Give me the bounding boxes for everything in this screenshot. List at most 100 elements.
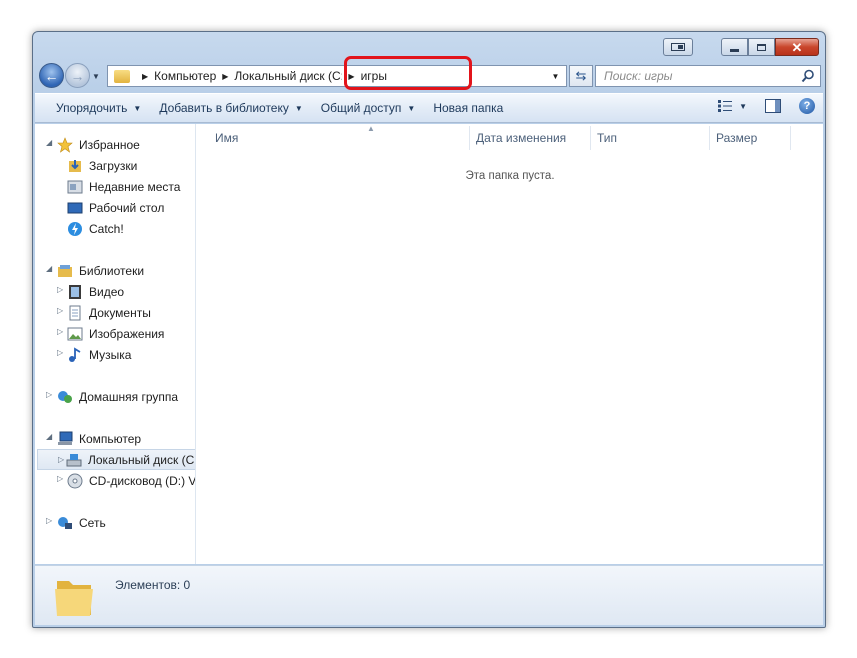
tree-label: Недавние места bbox=[89, 179, 181, 194]
views-dropdown-icon[interactable]: ▼ bbox=[739, 102, 747, 111]
breadcrumb-games[interactable]: игры bbox=[361, 69, 387, 83]
content-area: ◢ Избранное Загрузки Недавние места Рабо… bbox=[35, 124, 823, 564]
tree-label: Видео bbox=[89, 284, 125, 299]
forward-button[interactable]: → bbox=[65, 63, 90, 88]
tree-label: Документы bbox=[89, 305, 151, 320]
expand-arrow-icon[interactable]: ▷ bbox=[57, 348, 63, 357]
help-icon[interactable]: ? bbox=[799, 98, 815, 114]
organize-menu[interactable]: Упорядочить ▼ bbox=[47, 97, 150, 119]
view-controls: ▼ ? bbox=[717, 98, 823, 114]
expand-arrow-icon[interactable]: ▷ bbox=[57, 285, 63, 294]
tree-item-recent-places[interactable]: Недавние места bbox=[67, 176, 180, 197]
column-header-size[interactable]: Размер bbox=[710, 128, 790, 148]
tree-homegroup[interactable]: Домашняя группа bbox=[57, 386, 178, 407]
homegroup-icon bbox=[58, 390, 72, 403]
search-box[interactable] bbox=[595, 65, 821, 87]
refresh-button[interactable]: ⇆ bbox=[569, 65, 593, 87]
minimize-button[interactable] bbox=[721, 38, 748, 56]
expand-arrow-icon[interactable]: ▷ bbox=[57, 306, 63, 315]
recent-places-icon bbox=[67, 180, 83, 193]
tree-item-video[interactable]: Видео bbox=[67, 281, 124, 302]
column-label: Дата изменения bbox=[476, 131, 567, 145]
add-to-library-menu[interactable]: Добавить в библиотеку ▼ bbox=[150, 97, 311, 119]
tree-label: Рабочий стол bbox=[89, 200, 165, 215]
star-icon bbox=[57, 136, 73, 153]
downloads-icon bbox=[69, 159, 81, 172]
address-bar[interactable]: ▶ Компьютер ▶ Локальный диск (C:) ▶ игры… bbox=[107, 65, 567, 87]
minimize-icon bbox=[730, 48, 739, 52]
close-button[interactable]: ✕ bbox=[775, 38, 819, 56]
empty-folder-message: Эта папка пуста. bbox=[465, 170, 555, 182]
tree-item-catch[interactable]: Catch! bbox=[67, 218, 124, 239]
breadcrumb-separator-icon[interactable]: ▶ bbox=[348, 72, 354, 81]
expand-arrow-icon[interactable]: ▷ bbox=[57, 327, 63, 336]
share-menu[interactable]: Общий доступ ▼ bbox=[312, 97, 425, 119]
tree-label: Домашняя группа bbox=[79, 389, 179, 404]
column-header-date-modified[interactable]: Дата изменения bbox=[470, 128, 590, 148]
tree-item-downloads[interactable]: Загрузки bbox=[67, 155, 137, 176]
tree-libraries[interactable]: Библиотеки bbox=[57, 260, 144, 281]
add-to-library-label: Добавить в библиотеку bbox=[159, 101, 289, 115]
details-pane: Элементов: 0 bbox=[35, 565, 823, 625]
expand-arrow-icon[interactable]: ▷ bbox=[58, 455, 64, 464]
window-snap-icon bbox=[671, 43, 685, 51]
tree-label: Музыка bbox=[89, 347, 132, 362]
video-icon bbox=[69, 284, 81, 299]
collapse-arrow-icon[interactable]: ◢ bbox=[46, 432, 52, 441]
expand-arrow-icon[interactable]: ▷ bbox=[46, 390, 52, 399]
breadcrumb-separator-icon[interactable]: ▶ bbox=[222, 72, 228, 81]
chevron-down-icon: ▼ bbox=[294, 103, 303, 113]
cd-drive-icon bbox=[67, 473, 83, 488]
tree-favorites[interactable]: Избранное bbox=[57, 134, 140, 155]
command-bar: Упорядочить ▼ Добавить в библиотеку ▼ Общи… bbox=[35, 93, 823, 123]
tree-network[interactable]: Сеть bbox=[57, 512, 106, 533]
desktop-icon bbox=[67, 202, 83, 213]
collapse-arrow-icon[interactable]: ◢ bbox=[46, 264, 52, 273]
tree-label: Сеть bbox=[79, 515, 106, 530]
breadcrumb-computer[interactable]: Компьютер bbox=[154, 69, 216, 83]
chevron-down-icon: ▼ bbox=[407, 103, 416, 113]
breadcrumb-local-disk[interactable]: Локальный диск (C:) bbox=[234, 69, 342, 83]
address-dropdown-icon[interactable]: ▼ bbox=[546, 66, 564, 86]
documents-icon bbox=[69, 305, 81, 320]
tree-item-local-disk[interactable]: ▷ Локальный диск (C:) bbox=[37, 449, 196, 470]
libraries-icon bbox=[58, 264, 72, 277]
items-count: Элементов: 0 bbox=[115, 578, 191, 592]
folder-icon bbox=[114, 69, 130, 83]
preview-pane-icon[interactable] bbox=[765, 99, 781, 113]
catch-icon bbox=[68, 221, 82, 236]
expand-arrow-icon[interactable]: ▷ bbox=[57, 474, 63, 483]
tree-label: Загрузки bbox=[89, 158, 138, 173]
tree-item-music[interactable]: Музыка bbox=[67, 344, 131, 365]
breadcrumb-separator-icon[interactable]: ▶ bbox=[142, 72, 148, 81]
column-label: Тип bbox=[597, 131, 618, 145]
tree-label: Компьютер bbox=[79, 431, 142, 446]
column-header-name[interactable]: Имя bbox=[209, 128, 469, 148]
column-divider[interactable] bbox=[790, 126, 791, 150]
back-button[interactable]: ← bbox=[39, 63, 64, 88]
tree-computer[interactable]: Компьютер bbox=[57, 428, 141, 449]
navigation-pane: ◢ Избранное Загрузки Недавние места Рабо… bbox=[35, 124, 196, 564]
collapse-arrow-icon[interactable]: ◢ bbox=[46, 138, 52, 147]
tree-item-desktop[interactable]: Рабочий стол bbox=[67, 197, 164, 218]
column-header-type[interactable]: Тип bbox=[591, 128, 709, 148]
folder-icon bbox=[55, 581, 93, 616]
tree-item-pictures[interactable]: Изображения bbox=[67, 323, 164, 344]
search-input[interactable] bbox=[604, 69, 794, 83]
maximize-icon bbox=[757, 43, 766, 51]
search-icon[interactable] bbox=[801, 69, 815, 83]
local-disk-icon bbox=[66, 453, 82, 466]
caption-buttons: ✕ bbox=[663, 38, 819, 56]
recent-pages-dropdown[interactable]: ▼ bbox=[92, 72, 100, 81]
window-snap-button[interactable] bbox=[663, 38, 693, 56]
tree-label: Локальный диск (C:) bbox=[88, 452, 196, 467]
tree-item-documents[interactable]: Документы bbox=[67, 302, 151, 323]
refresh-icon: ⇆ bbox=[575, 68, 587, 83]
tree-label: Библиотеки bbox=[79, 263, 145, 278]
expand-arrow-icon[interactable]: ▷ bbox=[46, 516, 52, 525]
tree-item-cd-drive[interactable]: CD-дисковод (D:) Vi bbox=[67, 470, 195, 491]
file-list-pane: Имя ▲ Дата изменения Тип Размер Эта папк… bbox=[197, 124, 823, 564]
maximize-button[interactable] bbox=[748, 38, 775, 56]
views-icon[interactable] bbox=[717, 99, 733, 113]
new-folder-button[interactable]: Новая папка bbox=[424, 97, 512, 119]
